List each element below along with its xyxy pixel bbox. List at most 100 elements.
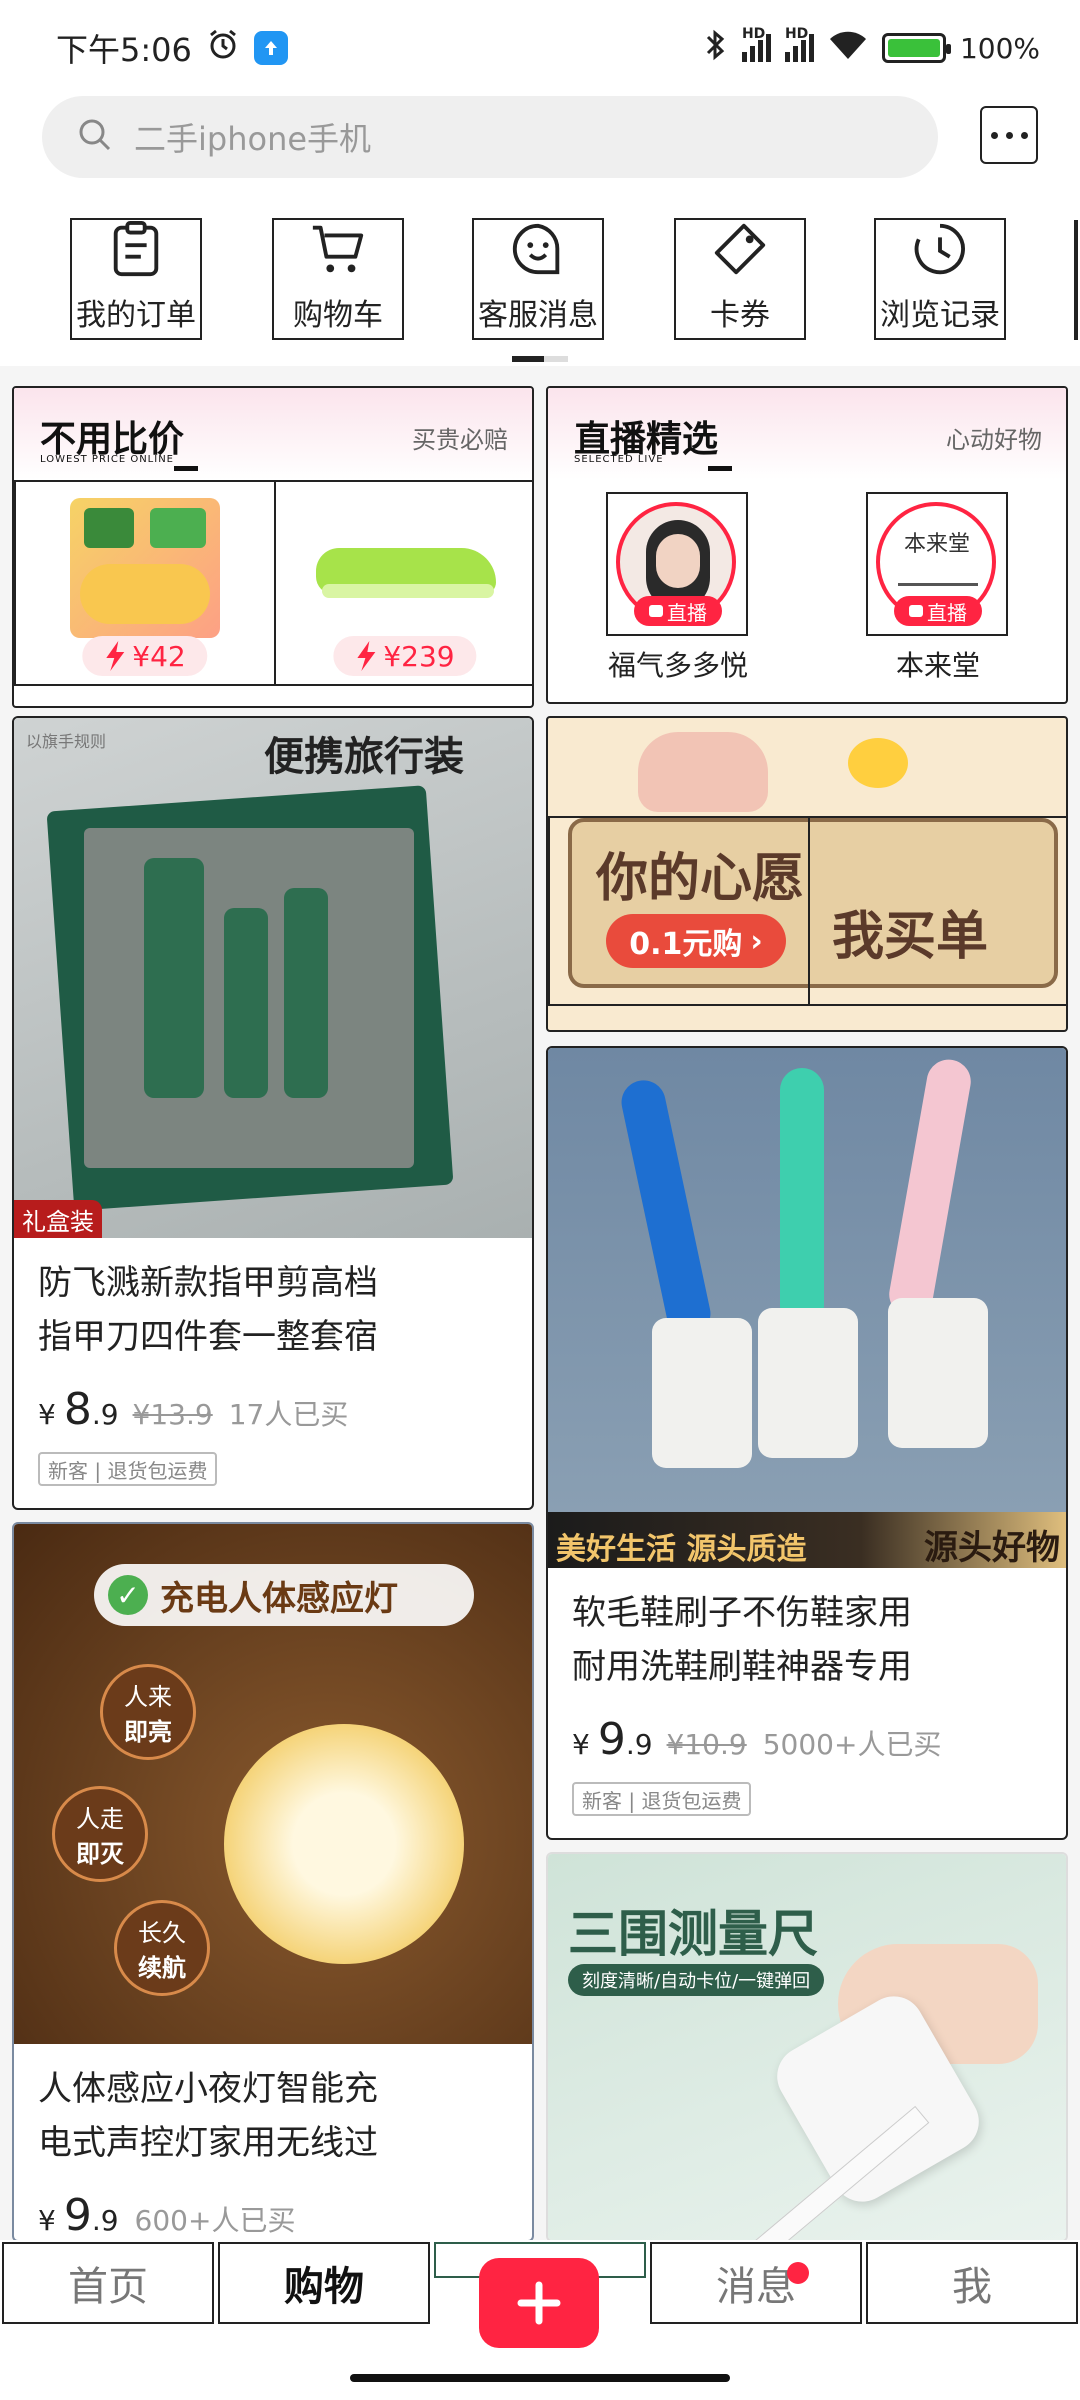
shortcut-customer-service[interactable]: 客服消息: [472, 218, 604, 340]
low-price-card[interactable]: 不用比价 LOWEST PRICE ONLINE 买贵必赔 ¥42 ¥239: [12, 386, 534, 708]
clock-time: 下午5:06: [56, 31, 192, 69]
shortcut-pager: [512, 356, 568, 362]
tv-icon: [909, 605, 923, 617]
bluetooth-icon: [704, 28, 728, 69]
night-lamp-image: ✓ 充电人体感应灯 人来 即亮 人走 即灭 长久 续航: [14, 1524, 532, 2044]
alarm-icon: [206, 27, 240, 69]
live-subtitle: SELECTED LIVE: [574, 454, 664, 465]
promo-right-area[interactable]: [808, 816, 1066, 1006]
banner-right-text: 源头好物: [924, 1528, 1060, 1568]
product-title-line1: 软毛鞋刷子不伤鞋家用: [572, 1593, 912, 1633]
status-bar: 下午5:06 HD HD 100%: [0, 0, 1080, 96]
shortcut-cart[interactable]: 购物车: [272, 218, 404, 340]
upload-app-icon: [253, 31, 288, 65]
streamer-name: 福气多多悦: [607, 649, 748, 682]
search-placeholder: 二手iphone手机: [134, 120, 372, 158]
shortcut-label: 我的订单: [76, 298, 196, 333]
live-badge: 直播: [634, 596, 722, 626]
product-card-night-lamp[interactable]: ✓ 充电人体感应灯 人来 即亮 人走 即灭 长久 续航 人体感应小夜灯智能充 电式声控…: [12, 1522, 534, 2242]
product-price: ¥239: [383, 639, 455, 673]
product-price-row: ¥ 9 .9 600+人已买: [38, 2190, 296, 2241]
search-bar[interactable]: 二手iphone手机: [42, 96, 938, 178]
shortcut-history[interactable]: 浏览记录: [874, 218, 1006, 340]
nav-home[interactable]: 首页: [2, 2242, 214, 2324]
more-options-button[interactable]: [980, 106, 1038, 164]
service-badges: 新客 | 退货包运费: [38, 1452, 218, 1486]
lightning-icon: [357, 641, 376, 671]
product-price: ¥42: [132, 639, 186, 673]
service-badges: 新客 | 退货包运费: [572, 1782, 752, 1816]
tape-headline: 三围测量尺: [568, 1905, 818, 1963]
shoe-brush-image: 美好生活 源头质造 源头好物: [548, 1048, 1066, 1568]
history-icon: [914, 223, 965, 275]
price-pill: ¥42: [82, 636, 208, 676]
product-title-line1: 人体感应小夜灯智能充: [38, 2069, 378, 2109]
title-underline: [174, 466, 198, 471]
tape-subline: 刻度清晰/自动卡位/一键弹回: [568, 1964, 825, 1996]
sold-count: 17人已买: [228, 1398, 349, 1431]
nail-clipper-image: 便携旅行装 以旗手规则 礼盒装: [14, 718, 532, 1238]
gift-box-tag: 礼盒装: [14, 1200, 102, 1238]
lamp-glow: [224, 1724, 464, 1964]
product-card-measuring-tape[interactable]: 三围测量尺 刻度清晰/自动卡位/一键弹回: [546, 1852, 1068, 2242]
price-integer: 9: [597, 1714, 626, 1765]
shortcut-label: 卡券: [710, 298, 770, 333]
battery-percent: 100%: [959, 31, 1040, 65]
shortcut-coupons[interactable]: 卡券: [674, 218, 806, 340]
gesture-home-bar[interactable]: [350, 2374, 730, 2382]
shortcut-row: 我的订单 购物车 客服消息 卡券 浏览记录: [0, 206, 1080, 366]
publish-button[interactable]: [479, 2258, 599, 2348]
battery-icon: [881, 33, 951, 63]
promo-banner-card[interactable]: 你的心愿 我买单 0.1元购 ›: [546, 716, 1068, 1032]
shortcut-label: 购物车: [293, 298, 383, 333]
chat-icon: [512, 223, 560, 275]
banner-left-text: 美好生活 源头质造: [556, 1532, 807, 1567]
product-title-line2: 指甲刀四件套一整套宿: [38, 1317, 378, 1357]
cart-icon: [312, 225, 364, 273]
product-banner: 便携旅行装: [264, 734, 464, 780]
low-price-product-1[interactable]: ¥42: [14, 480, 276, 686]
signal-icon-2: HD: [784, 26, 814, 62]
promo-button-label: 0.1元购: [629, 927, 743, 962]
headline-pill: ✓ 充电人体感应灯: [94, 1564, 474, 1626]
live-selection-card[interactable]: 直播精选 SELECTED LIVE 心动好物 直播 福气多多悦 本来堂 直播 …: [546, 386, 1068, 704]
product-price-row: ¥ 8 .9 ¥13.9 17人已买: [38, 1384, 349, 1435]
order-icon: [113, 220, 159, 277]
live-streamer-1[interactable]: 直播: [606, 492, 748, 636]
product-title-line1: 防飞溅新款指甲剪高档: [38, 1263, 378, 1303]
price-decimal: .9: [91, 2204, 119, 2237]
wifi-icon: [828, 29, 868, 68]
feature-bubble-1: 人来 即亮: [100, 1664, 196, 1760]
nav-me[interactable]: 我: [866, 2242, 1078, 2324]
chevron-right-icon: ›: [750, 923, 763, 959]
checkmark-icon: ✓: [108, 1575, 148, 1615]
price-pill: ¥239: [333, 636, 477, 676]
live-streamer-2[interactable]: 本来堂 直播: [866, 492, 1008, 636]
nav-shop[interactable]: 购物: [218, 2242, 430, 2324]
image-watermark: 以旗手规则: [26, 732, 107, 751]
price-integer: 8: [63, 1384, 92, 1435]
snack-bag-image: [70, 498, 220, 638]
original-price: ¥10.9: [666, 1728, 747, 1761]
promo-buy-button[interactable]: 0.1元购 ›: [548, 816, 810, 1006]
tv-icon: [649, 605, 663, 617]
shortcut-label: 浏览记录: [880, 298, 1000, 333]
sold-count: 5000+人已买: [762, 1728, 942, 1761]
product-card-nail-clipper[interactable]: 便携旅行装 以旗手规则 礼盒装 防飞溅新款指甲剪高档 指甲刀四件套一整套宿 ¥ …: [12, 716, 534, 1510]
low-price-product-2[interactable]: ¥239: [274, 480, 532, 686]
nav-messages[interactable]: 消息: [650, 2242, 862, 2324]
plus-icon: [517, 2281, 561, 2325]
banner-strip: 美好生活 源头质造 源头好物: [548, 1512, 1066, 1568]
mascot-image: [638, 732, 768, 812]
measuring-tape-image: 三围测量尺 刻度清晰/自动卡位/一键弹回: [548, 1854, 1066, 2240]
live-tagline: 心动好物: [946, 426, 1042, 454]
shortcut-label: 客服消息: [478, 298, 598, 333]
product-title-line2: 电式声控灯家用无线过: [38, 2123, 378, 2163]
shortcut-my-orders[interactable]: 我的订单: [70, 218, 202, 340]
live-badge: 直播: [894, 596, 982, 626]
product-card-shoe-brush[interactable]: 美好生活 源头质造 源头好物 软毛鞋刷子不伤鞋家用 耐用洗鞋刷鞋神器专用 ¥ 9…: [546, 1046, 1068, 1840]
feature-bubble-2: 人走 即灭: [52, 1786, 148, 1882]
battery-level-fill: [887, 39, 940, 57]
feature-bubble-3: 长久 续航: [114, 1900, 210, 1996]
status-right-group: HD HD 100%: [704, 26, 1040, 69]
